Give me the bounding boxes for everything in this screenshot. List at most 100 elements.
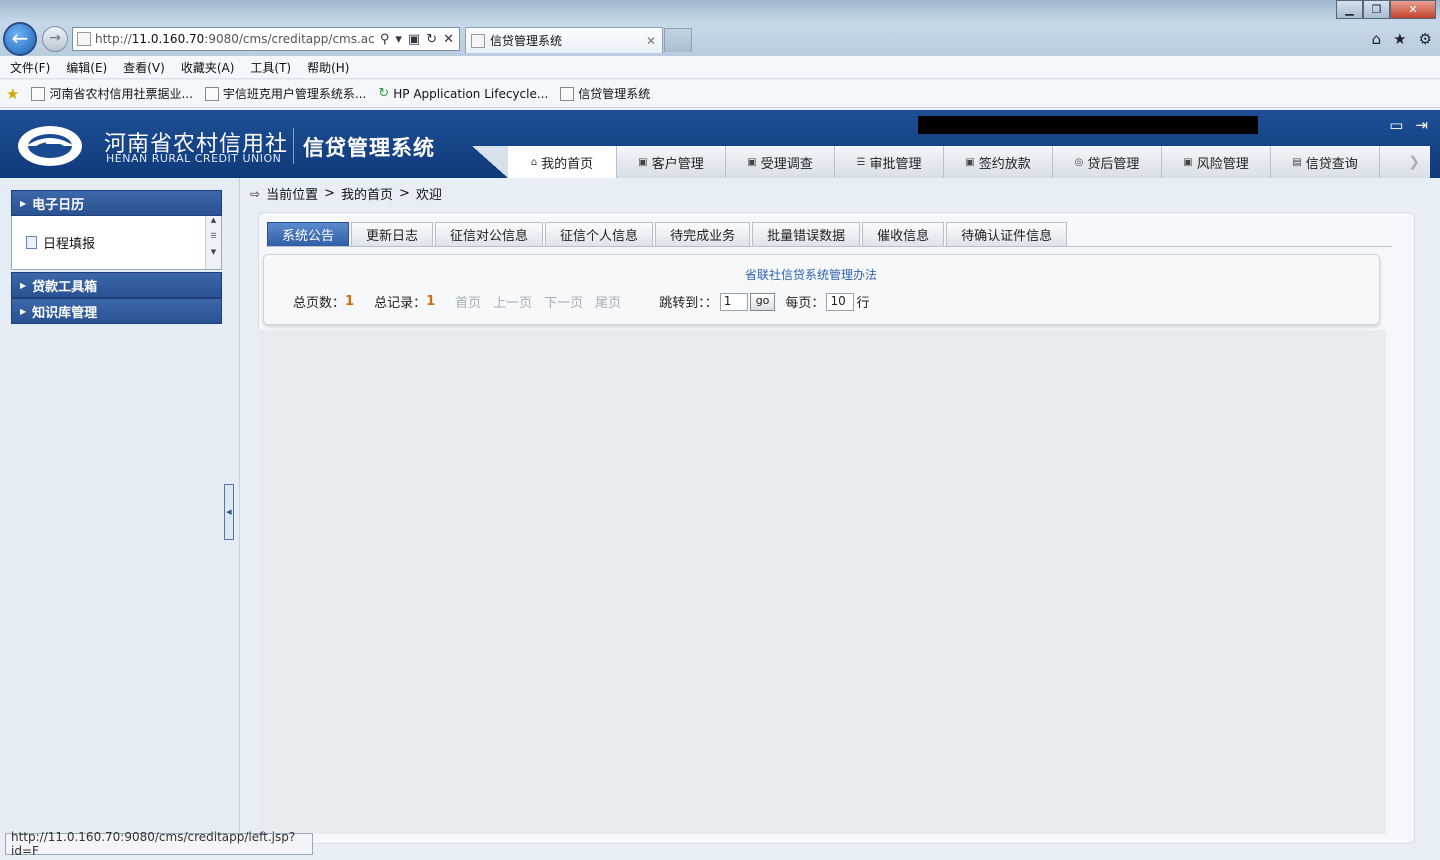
sidebar-section-knowledge[interactable]: ▶ 知识库管理 <box>11 298 222 324</box>
total-records: 1 <box>426 294 436 309</box>
new-tab-button[interactable] <box>664 28 692 52</box>
favorites-star-icon[interactable]: ★ <box>1393 30 1406 48</box>
per-page-input[interactable]: 10 <box>826 292 855 311</box>
risk-icon: ▣ <box>1183 156 1193 168</box>
tab-pending-id[interactable]: 待确认证件信息 <box>946 222 1068 246</box>
logout-icon[interactable]: ⇥ <box>1415 116 1428 134</box>
browser-window: ← → http://11.0.160.70:9080/cms/creditap… <box>0 0 1440 860</box>
chevron-right-icon: ▶ <box>20 280 27 290</box>
logo-divider <box>293 128 294 164</box>
tab-pending-business[interactable]: 待完成业务 <box>655 222 751 246</box>
menu-file[interactable]: 文件(F) <box>10 59 50 76</box>
pager-prev[interactable]: 上一页 <box>493 292 532 311</box>
back-button[interactable]: ← <box>3 22 37 56</box>
tab-batch-errors[interactable]: 批量错误数据 <box>752 222 861 246</box>
tab-underline <box>267 246 1392 247</box>
menu-favorites[interactable]: 收藏夹(A) <box>181 59 235 76</box>
pager-first[interactable]: 首页 <box>455 292 481 311</box>
chevron-right-icon: ▶ <box>20 306 27 316</box>
total-pages: 1 <box>345 294 355 309</box>
add-favorite-star-icon[interactable]: ★ <box>6 85 19 103</box>
settings-gear-icon[interactable]: ⚙ <box>1419 30 1432 48</box>
main-nav: ⌂ 我的首页 ▣ 客户管理 ▣ 受理调查 ☰ 审批管理 ▣ 签约放款 ◎ 贷后管理 ▣ 风险管… <box>472 146 1440 178</box>
nav-survey[interactable]: ▣ 受理调查 <box>726 146 835 178</box>
pager-next[interactable]: 下一页 <box>544 292 583 311</box>
menu-edit[interactable]: 编辑(E) <box>66 59 107 76</box>
maximize-button[interactable]: ❐ <box>1363 0 1390 19</box>
survey-icon: ▣ <box>747 156 757 168</box>
sidebar-collapse-handle[interactable]: ◀ <box>224 484 234 540</box>
tab-update-log[interactable]: 更新日志 <box>351 222 434 246</box>
notice-box <box>263 254 1380 325</box>
ie-page-icon <box>31 86 46 101</box>
home-icon: ⌂ <box>530 156 538 168</box>
window-controls: ▁ ❐ ✕ <box>1336 0 1436 19</box>
favorite-link[interactable]: 河南省农村信用社票据业... <box>31 85 193 102</box>
menu-bar: 文件(F) 编辑(E) 查看(V) 收藏夹(A) 工具(T) 帮助(H) <box>0 56 1440 79</box>
nav-wedge <box>472 146 508 178</box>
subtab-bar: 系统公告 更新日志 征信对公信息 征信个人信息 待完成业务 批量错误数据 催收信… <box>267 222 1068 246</box>
sidebar-item-schedule[interactable]: 日程填报 <box>26 233 95 252</box>
breadcrumb: ⇨ 当前位置 > 我的首页 > 欢迎 <box>250 184 442 203</box>
postloan-icon: ◎ <box>1074 156 1084 168</box>
menu-help[interactable]: 帮助(H) <box>307 59 349 76</box>
nav-risk[interactable]: ▣ 风险管理 <box>1162 146 1271 178</box>
credit-union-logo-icon <box>18 126 82 166</box>
tab-close-icon[interactable]: ✕ <box>646 34 656 48</box>
minimize-button[interactable]: ▁ <box>1336 0 1363 19</box>
pager-last[interactable]: 尾页 <box>595 292 621 311</box>
tab-title: 信贷管理系统 <box>490 34 563 48</box>
tab-favicon-icon <box>471 33 485 48</box>
search-icon[interactable]: ⚲ <box>380 32 390 47</box>
calendar-panel: 日程填报 ▲ ☰ ▼ <box>11 216 222 270</box>
address-url: http://11.0.160.70:9080/cms/creditapp/cm… <box>95 32 375 46</box>
system-name: 信贷管理系统 <box>303 136 435 160</box>
chevron-right-icon: ▶ <box>20 198 27 208</box>
go-button[interactable]: go <box>749 292 776 311</box>
tab-credit-corporate[interactable]: 征信对公信息 <box>435 222 544 246</box>
nav-postloan[interactable]: ◎ 贷后管理 <box>1053 146 1162 178</box>
favorite-link[interactable]: 信贷管理系统 <box>560 85 650 102</box>
nav-home[interactable]: ⌂ 我的首页 <box>508 146 617 178</box>
location-icon: ⇨ <box>250 186 261 201</box>
tab-credit-personal[interactable]: 征信个人信息 <box>545 222 654 246</box>
notice-title-link[interactable]: 省联社信贷系统管理办法 <box>745 266 877 283</box>
nav-more-chevron-icon[interactable]: ❯ <box>1380 146 1430 178</box>
refresh-icon[interactable]: ↻ <box>426 32 437 47</box>
forward-button[interactable]: → <box>42 26 68 52</box>
nav-approval[interactable]: ☰ 审批管理 <box>835 146 944 178</box>
nav-customer[interactable]: ▣ 客户管理 <box>617 146 726 178</box>
image-page-icon <box>204 86 219 101</box>
favorite-link[interactable]: 宇信班克用户管理系统系... <box>204 85 366 102</box>
pager: 总页数： 1 总记录： 1 首页 上一页 下一页 尾页 跳转到：： 1 go 每… <box>293 292 870 311</box>
hp-refresh-icon: ↻ <box>378 86 390 101</box>
tab-system-notice[interactable]: 系统公告 <box>267 222 350 246</box>
favorites-bar: ★ 河南省农村信用社票据业... 宇信班克用户管理系统系... ↻ HP Appl… <box>0 80 1440 108</box>
nav-query[interactable]: ▤ 信贷查询 <box>1271 146 1380 178</box>
stop-icon[interactable]: ✕ <box>443 32 454 47</box>
nav-contract[interactable]: ▣ 签约放款 <box>944 146 1053 178</box>
breadcrumb-home[interactable]: 我的首页 <box>341 184 393 203</box>
page-favicon-icon <box>77 32 91 46</box>
menu-tools[interactable]: 工具(T) <box>250 59 291 76</box>
address-host: 11.0.160.70 <box>131 32 205 46</box>
org-name-en: HENAN RURAL CREDIT UNION <box>106 152 282 165</box>
jump-page-input[interactable]: 1 <box>719 292 748 311</box>
favorite-link[interactable]: ↻ HP Application Lifecycle... <box>378 86 548 101</box>
desktop-icon[interactable]: ▭ <box>1389 116 1403 134</box>
breadcrumb-welcome: 欢迎 <box>415 188 442 203</box>
sidebar-section-loan-toolbox[interactable]: ▶ 贷款工具箱 <box>11 272 222 298</box>
dropdown-arrow-icon[interactable]: ▾ <box>395 32 402 47</box>
compat-view-icon[interactable]: ▣ <box>408 32 420 47</box>
home-browser-icon[interactable]: ⌂ <box>1372 30 1382 48</box>
address-bar[interactable]: http://11.0.160.70:9080/cms/creditapp/cm… <box>72 27 460 51</box>
image-page-icon <box>560 86 575 101</box>
calendar-scrollbar[interactable]: ▲ ☰ ▼ <box>205 216 221 269</box>
close-window-button[interactable]: ✕ <box>1390 0 1436 19</box>
contract-icon: ▣ <box>965 156 975 168</box>
menu-view[interactable]: 查看(V) <box>123 59 165 76</box>
tab-collection[interactable]: 催收信息 <box>862 222 945 246</box>
sidebar-section-calendar[interactable]: ▶ 电子日历 <box>11 190 222 216</box>
redacted-user-info <box>918 116 1258 134</box>
browser-tab-active[interactable]: 信贷管理系统 ✕ <box>465 27 663 53</box>
